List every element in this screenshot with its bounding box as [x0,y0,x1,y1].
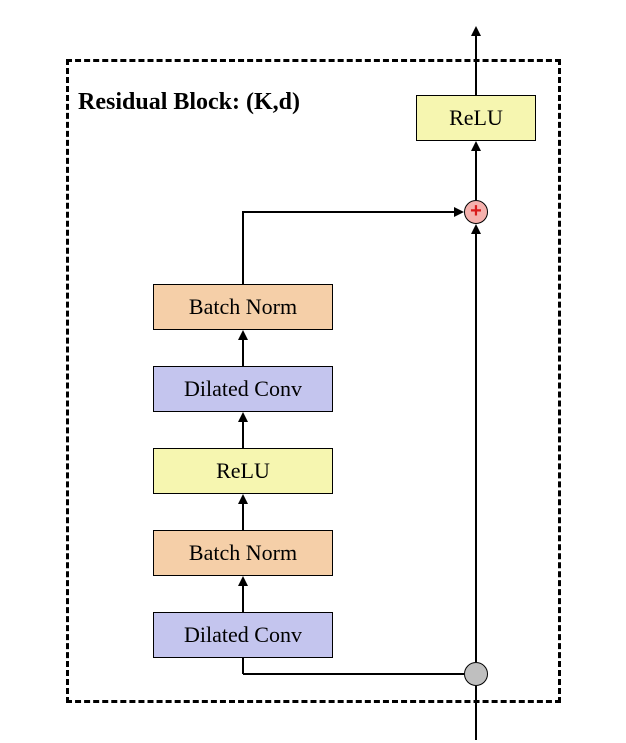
connector-skip [475,234,477,662]
connector-a2 [242,504,244,530]
dilated-conv-2: Dilated Conv [153,366,333,412]
connector-a4 [242,340,244,366]
arrow-output [471,26,481,36]
arrow-a2 [238,494,248,504]
arrow-a1 [238,576,248,586]
arrow-a3 [238,412,248,422]
connector-output [475,36,477,95]
arrow-add-relu [471,141,481,151]
connector-out-h [242,211,454,213]
relu-output: ReLU [416,95,536,141]
plus-icon: + [470,201,482,221]
connector-split-h [243,673,464,675]
batch-norm-2: Batch Norm [153,284,333,330]
relu-1: ReLU [153,448,333,494]
dilated-conv-1: Dilated Conv [153,612,333,658]
arrow-a4 [238,330,248,340]
connector-add-relu [475,151,477,200]
connector-a3 [242,422,244,448]
connector-split-v [242,658,244,674]
split-node-icon [464,662,488,686]
connector-out-v [242,211,244,284]
connector-a1 [242,586,244,612]
arrow-skip [471,224,481,234]
diagram-title: Residual Block: (K,d) [78,89,300,116]
connector-input [475,686,477,740]
arrow-into-add [454,207,464,217]
batch-norm-1: Batch Norm [153,530,333,576]
add-node-icon: + [464,200,488,224]
